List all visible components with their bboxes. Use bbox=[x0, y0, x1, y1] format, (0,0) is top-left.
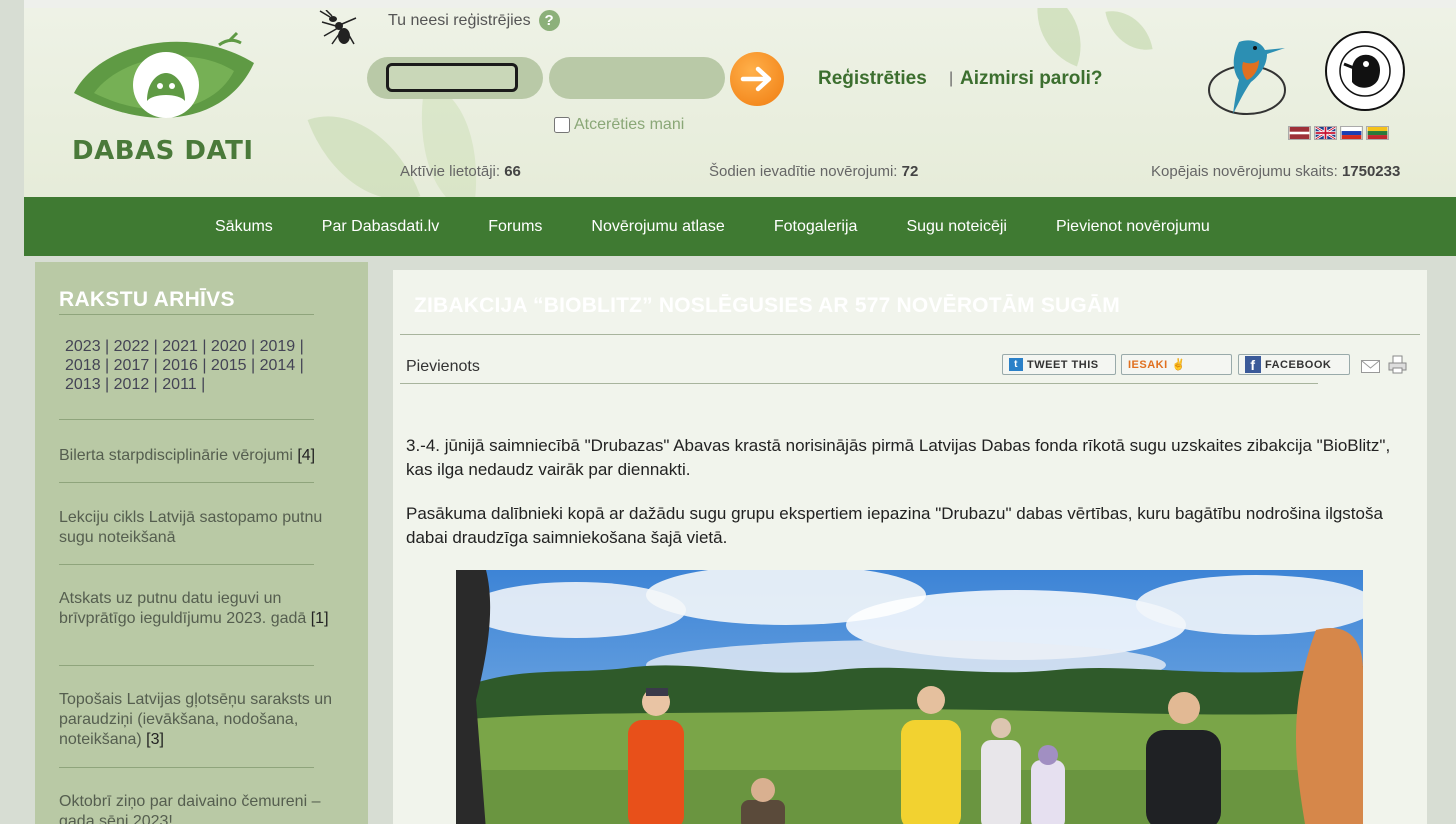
language-flags bbox=[1288, 126, 1389, 140]
facebook-button[interactable]: f FACEBOOK bbox=[1238, 354, 1350, 375]
archive-item-title: Topošais Latvijas gļotsēņu saraksts un p… bbox=[59, 691, 333, 748]
ornithological-society-logo-icon[interactable] bbox=[1324, 30, 1406, 112]
page-left-margin bbox=[0, 0, 24, 824]
divider bbox=[59, 564, 314, 565]
article-panel: ZIBAKCIJA “BIOBLITZ” NOSLĒGUSIES AR 577 … bbox=[393, 270, 1427, 824]
nav-forum[interactable]: Forums bbox=[488, 218, 542, 236]
today-observations-label: Šodien ievadītie novērojumi: bbox=[709, 163, 898, 180]
browser-frame-top bbox=[0, 0, 1456, 8]
divider bbox=[400, 383, 1318, 384]
divider bbox=[59, 767, 314, 768]
archive-item[interactable]: Topošais Latvijas gļotsēņu saraksts un p… bbox=[59, 690, 339, 750]
decorative-leaf bbox=[307, 92, 421, 197]
uk-flag-icon[interactable] bbox=[1314, 126, 1337, 140]
logo-text: DABAS DATI bbox=[72, 136, 254, 166]
latvian-flag-icon[interactable] bbox=[1288, 126, 1311, 140]
divider bbox=[400, 334, 1420, 335]
remember-me[interactable]: Atcerēties mani bbox=[554, 116, 684, 134]
active-users-label: Aktīvie lietotāji: bbox=[400, 163, 501, 180]
remember-me-checkbox[interactable] bbox=[554, 117, 570, 133]
total-observations-stat: Kopējais novērojumu skaits: 1750233 bbox=[1151, 163, 1400, 180]
archive-item[interactable]: Bilerta starpdisciplinārie vērojumi [4] bbox=[59, 446, 339, 466]
facebook-icon: f bbox=[1245, 356, 1261, 373]
total-observations-label: Kopējais novērojumu skaits: bbox=[1151, 163, 1338, 180]
ant-icon bbox=[319, 10, 357, 45]
site-header: DABAS DATI Tu neesi reģistrējies ? Atcer… bbox=[24, 8, 1456, 197]
nav-add-observation[interactable]: Pievienot novērojumu bbox=[1056, 218, 1210, 236]
archive-item-count: [4] bbox=[297, 447, 316, 464]
archive-title: RAKSTU ARHĪVS bbox=[59, 288, 235, 311]
login-status-text: Tu neesi reģistrējies bbox=[388, 11, 531, 29]
remember-me-label: Atcerēties mani bbox=[574, 116, 685, 133]
archive-item-count: [3] bbox=[146, 731, 164, 748]
archive-item-title: Lekciju cikls Latvijā sastopamo putnu su… bbox=[59, 509, 323, 546]
nav-home[interactable]: Sākums bbox=[215, 218, 273, 236]
username-input[interactable] bbox=[386, 63, 518, 92]
added-label: Pievienots bbox=[406, 358, 480, 375]
archive-item[interactable]: Lekciju cikls Latvijā sastopamo putnu su… bbox=[59, 508, 339, 548]
year-links-row[interactable]: 2013 | 2012 | 2011 | bbox=[65, 375, 335, 394]
divider bbox=[59, 419, 314, 420]
tweet-button-label: TWEET THIS bbox=[1027, 358, 1099, 371]
total-observations-value: 1750233 bbox=[1341, 163, 1401, 180]
archive-sidebar: RAKSTU ARHĪVS 2023 | 2022 | 2021 | 2020 … bbox=[35, 262, 368, 824]
today-observations-value: 72 bbox=[901, 163, 919, 180]
divider bbox=[59, 482, 314, 483]
tweet-button[interactable]: t TWEET THIS bbox=[1002, 354, 1116, 375]
year-links-row[interactable]: 2023 | 2022 | 2021 | 2020 | 2019 | bbox=[65, 337, 335, 356]
active-users-stat: Aktīvie lietotāji: 66 bbox=[400, 163, 521, 180]
nav-about[interactable]: Par Dabasdati.lv bbox=[322, 218, 439, 236]
forgot-password-link[interactable]: Aizmirsi paroli? bbox=[960, 68, 1103, 90]
register-link[interactable]: Reģistrēties bbox=[818, 68, 927, 90]
nav-species-keys[interactable]: Sugu noteicēji bbox=[906, 218, 1007, 236]
iesaki-button-label: IESAKI bbox=[1128, 358, 1168, 371]
archive-item[interactable]: Atskats uz putnu datu ieguvi un brīvprāt… bbox=[59, 589, 339, 629]
archive-item-title: Bilerta starpdisciplinārie vērojumi bbox=[59, 447, 293, 464]
archive-item[interactable]: Oktobrī ziņo par daivaino čemureni – gad… bbox=[59, 792, 339, 824]
year-links: 2023 | 2022 | 2021 | 2020 | 2019 | 2018 … bbox=[65, 337, 335, 394]
print-icon[interactable] bbox=[1388, 355, 1407, 374]
decorative-leaf bbox=[1020, 8, 1098, 67]
thumbs-up-icon: ✌ bbox=[1171, 359, 1186, 371]
active-users-value: 66 bbox=[504, 163, 521, 180]
iesaki-button[interactable]: IESAKI ✌ bbox=[1121, 354, 1232, 375]
nav-observation-search[interactable]: Novērojumu atlase bbox=[591, 218, 724, 236]
article-title: ZIBAKCIJA “BIOBLITZ” NOSLĒGUSIES AR 577 … bbox=[414, 294, 1120, 317]
divider bbox=[59, 314, 314, 315]
link-separator: | bbox=[949, 70, 954, 87]
password-input[interactable] bbox=[564, 63, 710, 92]
decorative-leaf bbox=[1105, 8, 1153, 57]
today-observations-stat: Šodien ievadītie novērojumi: 72 bbox=[709, 163, 918, 180]
arrow-right-icon bbox=[740, 66, 772, 92]
latvijas-dabas-fonds-logo-icon[interactable] bbox=[1199, 32, 1291, 122]
archive-item-title: Oktobrī ziņo par daivaino čemureni – gad… bbox=[59, 793, 321, 824]
nav-photo-gallery[interactable]: Fotogalerija bbox=[774, 218, 858, 236]
email-icon[interactable] bbox=[1361, 360, 1380, 373]
divider bbox=[59, 665, 314, 666]
login-status: Tu neesi reģistrējies ? bbox=[388, 10, 560, 31]
archive-item-count: [1] bbox=[310, 610, 329, 627]
help-icon[interactable]: ? bbox=[538, 10, 560, 31]
main-nav: Sākums Par Dabasdati.lv Forums Novērojum… bbox=[24, 197, 1456, 256]
archive-item-title: Atskats uz putnu datu ieguvi un brīvprāt… bbox=[59, 590, 307, 627]
article-photo[interactable] bbox=[456, 570, 1363, 824]
lithuanian-flag-icon[interactable] bbox=[1366, 126, 1389, 140]
russian-flag-icon[interactable] bbox=[1340, 126, 1363, 140]
login-submit-button[interactable] bbox=[730, 52, 784, 106]
article-paragraph: Pasākuma dalībnieki kopā ar dažādu sugu … bbox=[406, 504, 1383, 547]
year-links-row[interactable]: 2018 | 2017 | 2016 | 2015 | 2014 | bbox=[65, 356, 335, 375]
twitter-icon: t bbox=[1009, 358, 1023, 371]
facebook-button-label: FACEBOOK bbox=[1265, 358, 1332, 371]
article-paragraph: 3.-4. jūnijā saimniecībā "Drubazas" Abav… bbox=[406, 436, 1391, 479]
